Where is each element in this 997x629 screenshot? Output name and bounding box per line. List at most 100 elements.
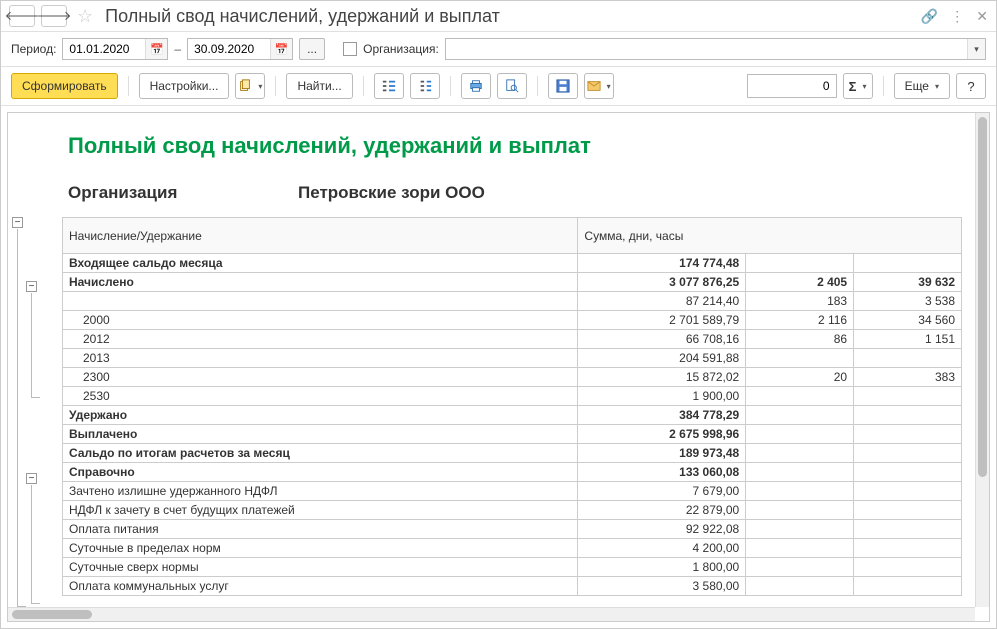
cell-hours: [854, 387, 962, 406]
table-row[interactable]: Удержано384 778,29: [63, 406, 962, 425]
cell-days: [746, 463, 854, 482]
col-header-name: Начисление/Удержание: [63, 218, 578, 254]
table-row[interactable]: НДФЛ к зачету в счет будущих платежей22 …: [63, 501, 962, 520]
help-button[interactable]: ?: [956, 73, 986, 99]
date-from-field[interactable]: 📅: [62, 38, 168, 60]
cell-sum: 3 580,00: [578, 577, 746, 596]
nav-forward-button[interactable]: 🡒: [41, 5, 67, 27]
sum-button[interactable]: Σ ▾: [843, 73, 873, 99]
table-row[interactable]: Суточные в пределах норм4 200,00: [63, 539, 962, 558]
floppy-icon: [556, 79, 570, 93]
generate-button[interactable]: Сформировать: [11, 73, 118, 99]
mail-icon: [587, 79, 601, 93]
expand-all-button[interactable]: [374, 73, 404, 99]
preview-button[interactable]: [497, 73, 527, 99]
table-row[interactable]: Зачтено излишне удержанного НДФЛ7 679,00: [63, 482, 962, 501]
table-row[interactable]: Оплата питания92 922,08: [63, 520, 962, 539]
table-row[interactable]: Выплачено2 675 998,96: [63, 425, 962, 444]
cell-hours: 39 632: [854, 273, 962, 292]
cell-sum: 7 679,00: [578, 482, 746, 501]
table-row[interactable]: Оплата коммунальных услуг3 580,00: [63, 577, 962, 596]
table-row[interactable]: 201266 708,16861 151: [63, 330, 962, 349]
preview-icon: [505, 79, 519, 93]
cell-days: [746, 539, 854, 558]
cell-hours: [854, 501, 962, 520]
period-ellipsis-button[interactable]: ...: [299, 38, 325, 60]
table-row[interactable]: Суточные сверх нормы1 800,00: [63, 558, 962, 577]
table-row[interactable]: 2013204 591,88: [63, 349, 962, 368]
cell-sum: 87 214,40: [578, 292, 746, 311]
settings-variants-button[interactable]: ▾: [235, 73, 265, 99]
page-title: Полный свод начислений, удержаний и выпл…: [103, 6, 915, 27]
cell-hours: [854, 349, 962, 368]
favorite-star-icon[interactable]: ☆: [73, 6, 97, 27]
table-row[interactable]: 20002 701 589,792 11634 560: [63, 311, 962, 330]
collapse-all-button[interactable]: [410, 73, 440, 99]
toolbar-number-field[interactable]: [747, 74, 837, 98]
link-icon[interactable]: 🔗: [921, 8, 938, 25]
cell-hours: 3 538: [854, 292, 962, 311]
cell-hours: 34 560: [854, 311, 962, 330]
cell-sum: 66 708,16: [578, 330, 746, 349]
table-row[interactable]: Сальдо по итогам расчетов за месяц189 97…: [63, 444, 962, 463]
table-row[interactable]: Начислено3 077 876,252 40539 632: [63, 273, 962, 292]
date-to-field[interactable]: 📅: [187, 38, 293, 60]
date-from-calendar-icon[interactable]: 📅: [145, 39, 167, 59]
nav-back-button[interactable]: 🡐: [9, 5, 35, 27]
find-button[interactable]: Найти...: [286, 73, 352, 99]
settings-button[interactable]: Настройки...: [139, 73, 230, 99]
cell-days: [746, 254, 854, 273]
close-icon[interactable]: ✕: [976, 8, 988, 25]
kebab-menu-icon[interactable]: ⋮: [950, 8, 964, 25]
table-row[interactable]: Входящее сальдо месяца174 774,48: [63, 254, 962, 273]
cell-hours: 383: [854, 368, 962, 387]
expand-group-spravochno[interactable]: −: [26, 473, 37, 484]
cell-sum: 189 973,48: [578, 444, 746, 463]
report-area: − − − Полный свод начислений, удержаний …: [7, 112, 990, 622]
vertical-scrollbar[interactable]: [975, 113, 989, 607]
expand-level1-button[interactable]: −: [12, 217, 23, 228]
cell-sum: 2 675 998,96: [578, 425, 746, 444]
cell-name: [63, 292, 578, 311]
cell-hours: [854, 482, 962, 501]
expand-group-nachisleno[interactable]: −: [26, 281, 37, 292]
cell-name: Суточные сверх нормы: [63, 558, 578, 577]
save-button[interactable]: [548, 73, 578, 99]
cell-hours: 1 151: [854, 330, 962, 349]
cell-name: 2530: [63, 387, 578, 406]
table-row[interactable]: Справочно133 060,08: [63, 463, 962, 482]
cell-name: Удержано: [63, 406, 578, 425]
grouping-gutter: − − −: [12, 119, 58, 596]
cell-sum: 174 774,48: [578, 254, 746, 273]
date-from-input[interactable]: [63, 42, 145, 56]
org-checkbox[interactable]: [343, 42, 357, 56]
horizontal-scrollbar[interactable]: [8, 607, 975, 621]
cell-days: [746, 577, 854, 596]
cell-sum: 22 879,00: [578, 501, 746, 520]
copy-icon: [238, 79, 252, 93]
cell-days: [746, 501, 854, 520]
col-header-sum: Сумма, дни, часы: [578, 218, 962, 254]
date-to-input[interactable]: [188, 42, 270, 56]
cell-sum: 133 060,08: [578, 463, 746, 482]
cell-hours: [854, 425, 962, 444]
cell-hours: [854, 577, 962, 596]
send-button[interactable]: ▾: [584, 73, 614, 99]
expand-all-icon: [382, 79, 396, 93]
print-button[interactable]: [461, 73, 491, 99]
cell-days: [746, 406, 854, 425]
table-row[interactable]: 230015 872,0220383: [63, 368, 962, 387]
table-row[interactable]: 87 214,401833 538: [63, 292, 962, 311]
date-to-calendar-icon[interactable]: 📅: [270, 39, 292, 59]
more-button[interactable]: Еще▾: [894, 73, 950, 99]
cell-name: Выплачено: [63, 425, 578, 444]
cell-sum: 1 800,00: [578, 558, 746, 577]
table-row[interactable]: 25301 900,00: [63, 387, 962, 406]
cell-sum: 4 200,00: [578, 539, 746, 558]
cell-sum: 1 900,00: [578, 387, 746, 406]
org-field[interactable]: ▾: [445, 38, 986, 60]
cell-name: Сальдо по итогам расчетов за месяц: [63, 444, 578, 463]
cell-days: [746, 444, 854, 463]
org-dropdown-icon[interactable]: ▾: [967, 39, 985, 59]
cell-hours: [854, 539, 962, 558]
